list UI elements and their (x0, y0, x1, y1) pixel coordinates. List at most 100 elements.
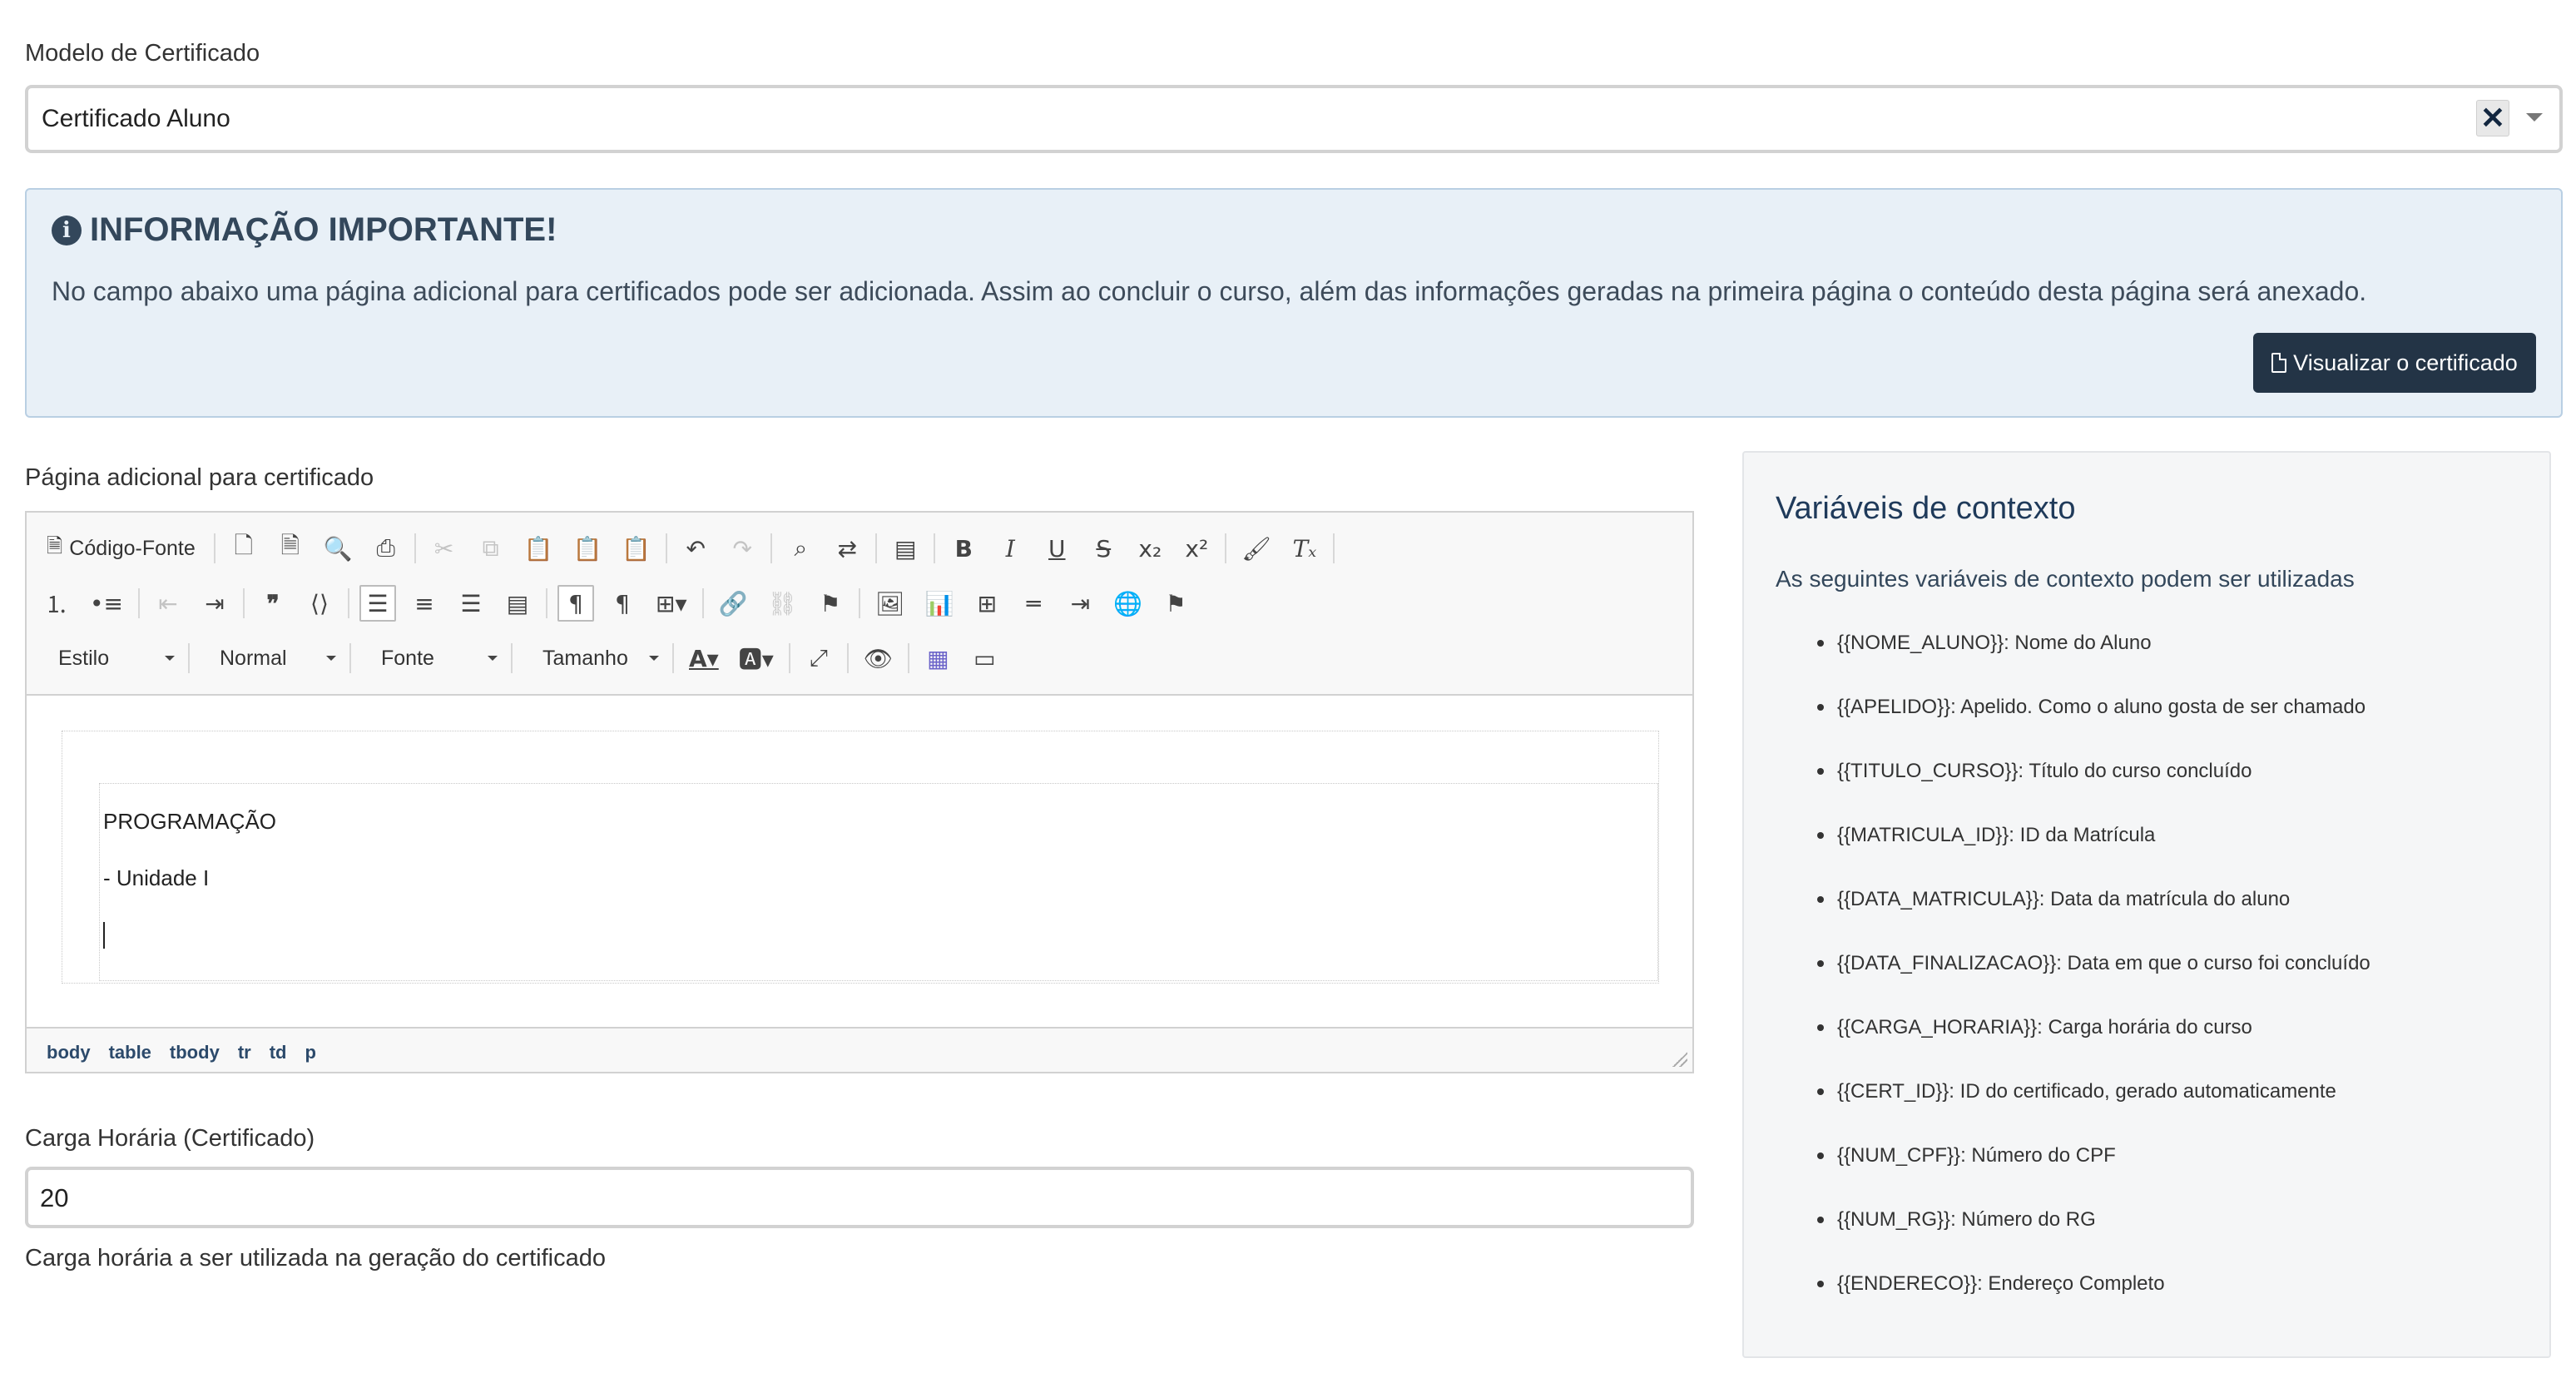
undo-icon[interactable]: ↶ (677, 530, 714, 567)
indent-icon[interactable]: ⇥ (196, 585, 233, 622)
align-left-icon[interactable]: ☰ (359, 585, 396, 622)
format-combo[interactable]: Normal (200, 640, 349, 677)
info-text: No campo abaixo uma página adicional par… (52, 276, 2367, 306)
path-tbody[interactable]: tbody (170, 1042, 220, 1063)
chart-icon[interactable]: 📊 (919, 585, 959, 622)
link-icon[interactable]: 🔗 (714, 585, 753, 622)
input-field-icon[interactable]: ▭ (966, 640, 1003, 677)
page-break-icon[interactable]: ⇥ (1062, 585, 1098, 622)
blockquote-icon[interactable]: ❞ (255, 585, 291, 622)
table-icon[interactable]: ⊞ (968, 585, 1005, 622)
font-combo[interactable]: Fonte (361, 640, 511, 677)
anchor-flag-icon[interactable]: ⚑ (812, 585, 849, 622)
maximize-icon[interactable]: ⤢ (800, 640, 837, 677)
paste-word-icon[interactable]: 📋 (617, 530, 656, 567)
select-all-icon[interactable]: ▤ (887, 530, 924, 567)
rich-text-editor: 🗎 Código-Fonte 🗋 🗎 🔍 ⎙ ✂ ⧉ 📋 📋 📋 ↶ ↷ ⌕ ⇄… (25, 511, 1694, 1073)
cut-icon[interactable]: ✂ (426, 530, 463, 567)
certificate-model-label: Modelo de Certificado (25, 40, 260, 67)
info-title-text: INFORMAÇÃO IMPORTANTE! (90, 211, 557, 248)
unlink-icon[interactable]: ⛓ (762, 585, 802, 622)
clear-selection-icon[interactable]: ✕ (2476, 100, 2509, 136)
outdent-icon[interactable]: ⇤ (150, 585, 186, 622)
flag-icon[interactable]: ⚑ (1157, 585, 1194, 622)
context-title: Variáveis de contexto (1776, 491, 2076, 526)
important-info-panel: i INFORMAÇÃO IMPORTANTE! No campo abaixo… (25, 188, 2563, 418)
toolbar-row-1: 🗎 Código-Fonte 🗋 🗎 🔍 ⎙ ✂ ⧉ 📋 📋 📋 ↶ ↷ ⌕ ⇄… (38, 528, 1345, 569)
text-color-icon[interactable]: A▾ (684, 640, 724, 677)
source-icon: 🗎 (47, 533, 63, 558)
hours-label: Carga Horária (Certificado) (25, 1125, 315, 1152)
background-color-icon[interactable]: 🅰▾ (734, 640, 779, 677)
toolbar-row-2: ⒈ •≡ ⇤ ⇥ ❞ ⟨⟩ ☰ ≡ ☰ ▤ ¶ ¶ ⊞▾ 🔗 ⛓ ⚑ 🖼 📊 ⊞… (38, 582, 1204, 624)
numbered-list-icon[interactable]: ⒈ (38, 585, 75, 622)
size-combo[interactable]: Tamanho (523, 640, 672, 677)
div-container-icon[interactable]: ⟨⟩ (301, 585, 338, 622)
find-icon[interactable]: ⌕ (782, 530, 819, 567)
copy-icon[interactable]: ⧉ (473, 530, 509, 567)
align-right-icon[interactable]: ☰ (453, 585, 489, 622)
hours-input[interactable]: 20 (25, 1167, 1694, 1228)
underline-icon[interactable]: U (1038, 530, 1075, 567)
content-line-2: - Unidade I (103, 865, 210, 890)
chevron-down-icon (649, 656, 659, 661)
toolbar-separator (1225, 533, 1227, 563)
remove-format-icon[interactable]: Tₓ (1286, 530, 1323, 567)
superscript-icon[interactable]: x² (1178, 530, 1215, 567)
preview-icon[interactable]: 🔍 (319, 530, 358, 567)
new-page-icon[interactable]: 🗋 (225, 530, 262, 567)
toolbar-separator (908, 643, 910, 673)
info-icon: i (52, 215, 82, 245)
toolbar-separator (770, 533, 773, 563)
bulleted-list-icon[interactable]: •≡ (85, 585, 128, 622)
size-combo-label: Tamanho (542, 646, 628, 670)
redo-icon[interactable]: ↷ (724, 530, 760, 567)
replace-icon[interactable]: ⇄ (829, 530, 865, 567)
toolbar-row-3: Estilo Normal Fonte Tamanho A▾ 🅰▾ ⤢ 👁 ▦ … (38, 637, 1013, 679)
print-icon[interactable]: ⎙ (368, 530, 404, 567)
toolbar-separator (188, 643, 190, 673)
path-p[interactable]: p (305, 1042, 315, 1063)
list-item: {{CERT_ID}}: ID do certificado, gerado a… (1817, 1079, 2370, 1143)
subscript-icon[interactable]: x₂ (1132, 530, 1168, 567)
content-table-cell[interactable]: PROGRAMAÇÃO - Unidade I (99, 783, 1658, 981)
list-item: {{DATA_FINALIZACAO}}: Data em que o curs… (1817, 951, 2370, 1015)
iframe-globe-icon[interactable]: 🌐 (1108, 585, 1147, 622)
grid-icon[interactable]: ▦ (919, 640, 956, 677)
image-icon[interactable]: 🖼 (870, 585, 910, 622)
horizontal-line-icon[interactable]: ═ (1015, 585, 1052, 622)
path-body[interactable]: body (47, 1042, 91, 1063)
style-combo[interactable]: Estilo (38, 640, 188, 677)
hours-help-text: Carga horária a ser utilizada na geração… (25, 1245, 607, 1271)
strikethrough-icon[interactable]: S (1085, 530, 1122, 567)
paste-icon[interactable]: 📋 (519, 530, 558, 567)
show-blocks-icon[interactable]: 👁 (859, 640, 899, 677)
preview-certificate-button[interactable]: Visualizar o certificado (2253, 333, 2536, 393)
toolbar-separator (875, 533, 878, 563)
align-center-icon[interactable]: ≡ (406, 585, 443, 622)
list-item: {{TITULO_CURSO}}: Título do curso conclu… (1817, 759, 2370, 823)
text-direction-ltr-icon[interactable]: ¶ (557, 585, 594, 622)
context-intro: As seguintes variáveis de contexto podem… (1776, 566, 2355, 592)
path-td[interactable]: td (270, 1042, 287, 1063)
justify-icon[interactable]: ▤ (499, 585, 536, 622)
toolbar-separator (701, 588, 704, 618)
language-dropdown-icon[interactable]: ⊞▾ (651, 585, 692, 622)
bold-icon[interactable]: B (945, 530, 982, 567)
italic-icon[interactable]: I (992, 530, 1028, 567)
file-pdf-icon (2271, 353, 2287, 373)
copy-format-icon[interactable]: 🖌 (1236, 530, 1276, 567)
certificate-model-select[interactable]: Certificado Aluno ✕ (25, 85, 2563, 153)
content-table-outer: PROGRAMAÇÃO - Unidade I (62, 731, 1659, 984)
text-direction-rtl-icon[interactable]: ¶ (604, 585, 641, 622)
resize-handle[interactable] (1671, 1050, 1687, 1067)
toolbar-separator (347, 588, 349, 618)
path-table[interactable]: table (109, 1042, 151, 1063)
export-pdf-icon[interactable]: 🗎 (272, 530, 309, 567)
editor-content-area[interactable]: PROGRAMAÇÃO - Unidade I (27, 694, 1692, 1029)
source-code-button[interactable]: 🗎 Código-Fonte (38, 530, 204, 567)
chevron-down-icon[interactable] (2526, 113, 2543, 121)
path-tr[interactable]: tr (238, 1042, 251, 1063)
list-item: {{APELIDO}}: Apelido. Como o aluno gosta… (1817, 695, 2370, 759)
paste-text-icon[interactable]: 📋 (568, 530, 607, 567)
